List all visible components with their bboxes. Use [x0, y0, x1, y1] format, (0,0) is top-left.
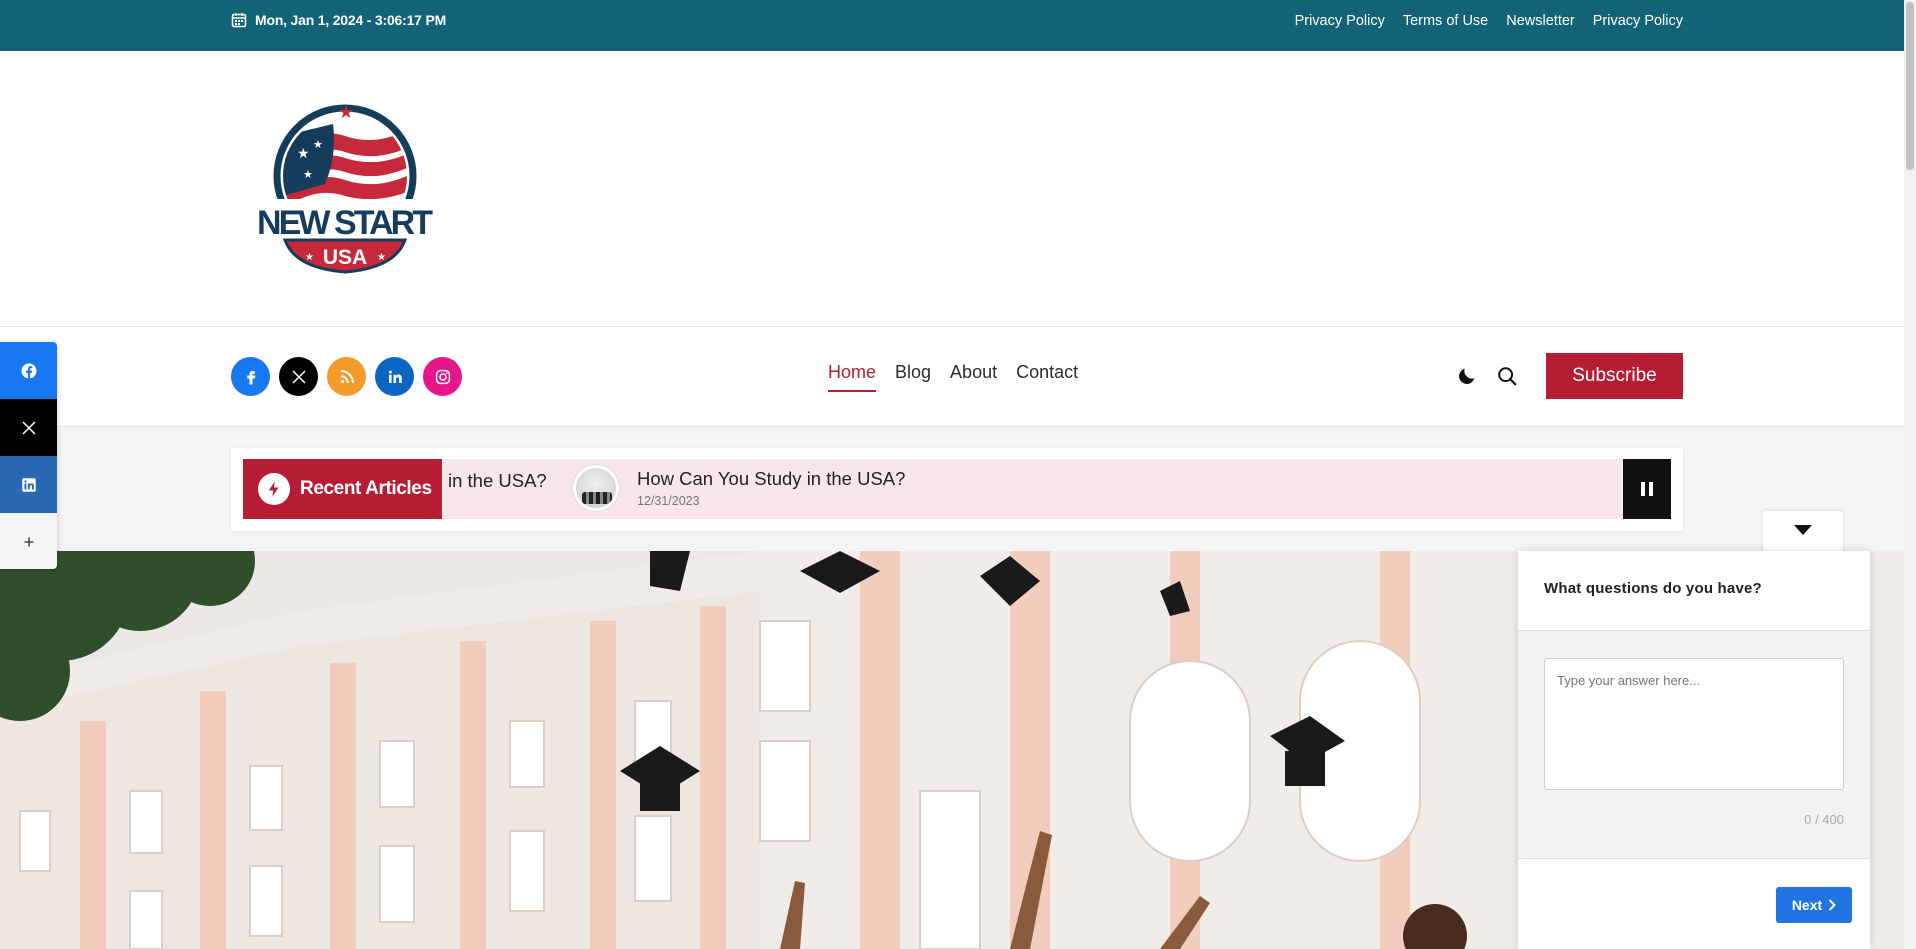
plus-icon [24, 537, 33, 546]
share-sidebar [0, 342, 57, 569]
svg-text:★: ★ [338, 102, 354, 123]
x-link[interactable] [279, 357, 318, 396]
current-date: Mon, Jan 1, 2024 - 3:06:17 PM [231, 12, 446, 28]
instagram-link[interactable] [423, 357, 462, 396]
recent-articles-label: Recent Articles [243, 459, 442, 519]
top-link-terms-of-use[interactable]: Terms of Use [1403, 13, 1488, 29]
social-links [231, 357, 462, 396]
svg-text:★: ★ [303, 168, 313, 181]
share-facebook-button[interactable] [0, 342, 57, 399]
feedback-footer: Next [1518, 858, 1870, 949]
recent-articles-text: Recent Articles [300, 478, 432, 499]
svg-text:★: ★ [313, 138, 323, 151]
top-link-newsletter[interactable]: Newsletter [1506, 13, 1575, 29]
nav-home[interactable]: Home [828, 362, 877, 392]
feedback-next-button[interactable]: Next [1776, 887, 1852, 923]
chevron-right-icon [1828, 899, 1837, 911]
instagram-icon [435, 369, 450, 384]
top-link-privacy-policy-2[interactable]: Privacy Policy [1593, 13, 1683, 29]
svg-text:★: ★ [305, 252, 314, 263]
subscribe-button[interactable]: Subscribe [1546, 353, 1683, 399]
nav-blog[interactable]: Blog [895, 362, 931, 392]
facebook-icon [246, 370, 255, 384]
x-icon [291, 369, 306, 384]
svg-text:★: ★ [297, 146, 310, 162]
share-more-button[interactable] [0, 513, 57, 569]
ticker-pause-button[interactable] [1623, 459, 1671, 519]
site-logo[interactable]: ★ ★ ★ ★ NEW START USA ★ ★ [255, 96, 435, 276]
search-icon[interactable] [1496, 365, 1518, 387]
pause-icon [1641, 482, 1653, 496]
linkedin-icon [21, 477, 36, 492]
svg-text:★: ★ [377, 252, 386, 263]
rss-link[interactable] [327, 357, 366, 396]
header-divider [0, 326, 1904, 327]
bolt-icon [258, 473, 290, 505]
nav-about[interactable]: About [950, 362, 997, 392]
linkedin-icon [388, 370, 402, 383]
logo-text-usa: USA [323, 246, 367, 269]
calendar-icon [231, 13, 247, 28]
article-title[interactable]: How Can You Study in the USA? [637, 468, 905, 490]
share-x-button[interactable] [0, 399, 57, 456]
article-date: 12/31/2023 [637, 494, 700, 508]
main-nav: Home Blog About Contact [828, 362, 1078, 392]
next-label: Next [1791, 897, 1823, 913]
x-icon [21, 420, 36, 435]
nav-contact[interactable]: Contact [1016, 362, 1078, 392]
share-linkedin-button[interactable] [0, 456, 57, 513]
facebook-icon [21, 363, 36, 378]
top-links: Privacy Policy Terms of Use Newsletter P… [1295, 13, 1683, 29]
linkedin-link[interactable] [375, 357, 414, 396]
ticker-item[interactable]: How Can You Study in the USA? 12/31/2023 [573, 465, 905, 511]
ticker-track: Recent Articles in the USA? How Can You … [243, 459, 1671, 519]
feedback-panel: What questions do you have? 0 / 400 Next [1518, 551, 1870, 949]
page-scrollbar[interactable] [1904, 0, 1916, 949]
chevron-down-icon [1794, 525, 1812, 535]
date-text: Mon, Jan 1, 2024 - 3:06:17 PM [255, 12, 447, 28]
article-thumbnail[interactable] [573, 465, 619, 511]
rss-icon [340, 369, 354, 383]
feedback-answer-input[interactable] [1544, 658, 1844, 790]
logo-text-new-start: NEW START [257, 204, 433, 242]
feedback-collapse-tab[interactable] [1763, 511, 1843, 555]
ticker-previous-item[interactable]: in the USA? [448, 470, 547, 492]
dark-mode-toggle-icon[interactable] [1456, 365, 1478, 387]
recent-articles-ticker: Recent Articles in the USA? How Can You … [231, 448, 1683, 531]
feedback-char-counter: 0 / 400 [1804, 812, 1844, 827]
facebook-link[interactable] [231, 357, 270, 396]
feedback-question: What questions do you have? [1518, 551, 1870, 631]
top-link-privacy-policy[interactable]: Privacy Policy [1295, 13, 1385, 29]
scrollbar-thumb[interactable] [1906, 2, 1914, 170]
top-bar: Mon, Jan 1, 2024 - 3:06:17 PM Privacy Po… [0, 0, 1916, 51]
